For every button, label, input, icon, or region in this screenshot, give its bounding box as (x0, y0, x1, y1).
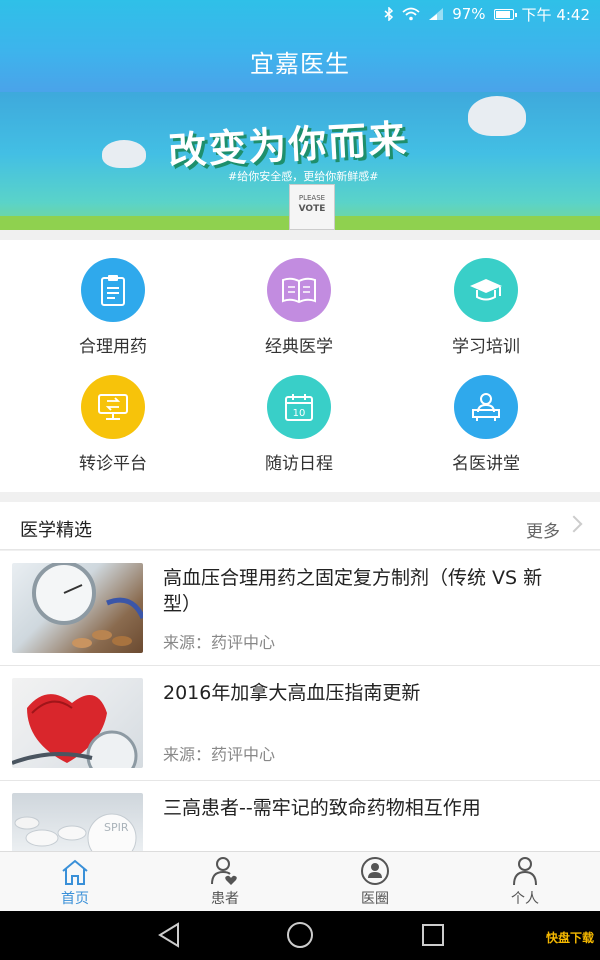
tab-doctor-circle[interactable]: 医圈 (300, 852, 450, 912)
article-source: 来源：药评中心 (163, 745, 276, 764)
system-nav-bar: 快盘下载 (0, 911, 600, 960)
app-header: 97% 下午 4:42 宜嘉医生 (0, 0, 600, 92)
vote-box-illustration: PLEASE VOTE (289, 184, 335, 230)
feature-label: 合理用药 (79, 337, 147, 357)
calendar-day-text: 10 (293, 408, 306, 419)
feature-label: 转诊平台 (79, 454, 147, 474)
tab-profile[interactable]: 个人 (450, 852, 600, 912)
article-title: 2016年加拿大高血压指南更新 (163, 682, 421, 704)
feature-famous-doctor-lecture[interactable]: 名医讲堂 (386, 357, 586, 475)
article-thumbnail (12, 678, 143, 768)
feature-label: 学习培训 (452, 337, 520, 357)
back-icon[interactable] (156, 921, 182, 953)
circle-icon (300, 852, 450, 886)
signal-icon (428, 7, 444, 21)
cloud-decoration (468, 96, 526, 136)
battery-icon (493, 8, 517, 20)
status-bar: 97% 下午 4:42 (0, 0, 600, 28)
book-icon (267, 258, 331, 322)
tab-label: 医圈 (361, 891, 389, 907)
transfer-icon (81, 375, 145, 439)
list-item[interactable]: SPIR 三高患者--需牢记的致命药物相互作用 (0, 781, 600, 851)
section-header: 医学精选 更多 (0, 502, 600, 550)
calendar-icon: 10 (267, 375, 331, 439)
list-item[interactable]: 高血压合理用药之固定复方制剂（传统 VS 新型） 来源：药评中心 (0, 551, 600, 666)
svg-text:SPIR: SPIR (104, 821, 129, 834)
feature-grid: 合理用药 经典医学 学习培训 转诊平台 10 随访日程 名医讲堂 (0, 240, 600, 492)
section-title: 医学精选 (20, 520, 92, 541)
article-source: 来源：药评中心 (163, 633, 276, 652)
feature-label: 随访日程 (265, 454, 333, 474)
patient-icon (150, 852, 300, 886)
graduation-cap-icon (454, 258, 518, 322)
lecture-icon (454, 375, 518, 439)
banner-subline: #给你安全感，更给你新鲜感# (228, 170, 379, 183)
promo-banner[interactable]: 改变为你而来 #给你安全感，更给你新鲜感# PLEASE VOTE (0, 92, 600, 230)
article-title: 高血压合理用药之固定复方制剂（传统 VS 新型） (163, 567, 543, 615)
feature-classic-medicine[interactable]: 经典医学 (199, 240, 399, 358)
bottom-tab-bar: 首页 患者 医圈 个人 (0, 851, 600, 911)
feature-label: 经典医学 (265, 337, 333, 357)
home-icon (0, 852, 150, 886)
feature-training[interactable]: 学习培训 (386, 240, 586, 358)
clipboard-icon (81, 258, 145, 322)
tab-label: 个人 (511, 891, 539, 907)
chevron-right-icon[interactable] (565, 515, 583, 533)
cloud-decoration (102, 140, 146, 168)
clock: 下午 4:42 (521, 5, 590, 24)
vote-box-text: PLEASE (298, 194, 326, 202)
more-link[interactable]: 更多 (526, 517, 560, 542)
vote-box-text: VOTE (298, 204, 326, 214)
list-item[interactable]: 2016年加拿大高血压指南更新 来源：药评中心 (0, 666, 600, 781)
wifi-icon (402, 7, 420, 21)
banner-headline: 改变为你而来 (167, 115, 410, 174)
battery-percent: 97% (452, 5, 486, 23)
recents-icon[interactable] (420, 921, 446, 953)
person-icon (450, 852, 600, 886)
feature-label: 名医讲堂 (452, 454, 520, 474)
article-thumbnail (12, 563, 143, 653)
tab-label: 首页 (61, 891, 89, 907)
article-title: 三高患者--需牢记的致命药物相互作用 (163, 797, 481, 819)
feature-followup-schedule[interactable]: 10 随访日程 (199, 357, 399, 475)
feature-rational-medication[interactable]: 合理用药 (13, 240, 213, 358)
tab-patients[interactable]: 患者 (150, 852, 300, 912)
home-circle-icon[interactable] (286, 921, 314, 953)
watermark-logo: 快盘下载 (545, 931, 594, 945)
feature-referral-platform[interactable]: 转诊平台 (13, 357, 213, 475)
tab-home[interactable]: 首页 (0, 852, 150, 912)
tab-label: 患者 (211, 891, 239, 907)
app-screen: 97% 下午 4:42 宜嘉医生 改变为你而来 #给你安全感，更给你新鲜感# P… (0, 0, 600, 960)
bluetooth-icon (384, 7, 394, 21)
page-title: 宜嘉医生 (250, 50, 350, 78)
article-thumbnail: SPIR (12, 793, 143, 851)
